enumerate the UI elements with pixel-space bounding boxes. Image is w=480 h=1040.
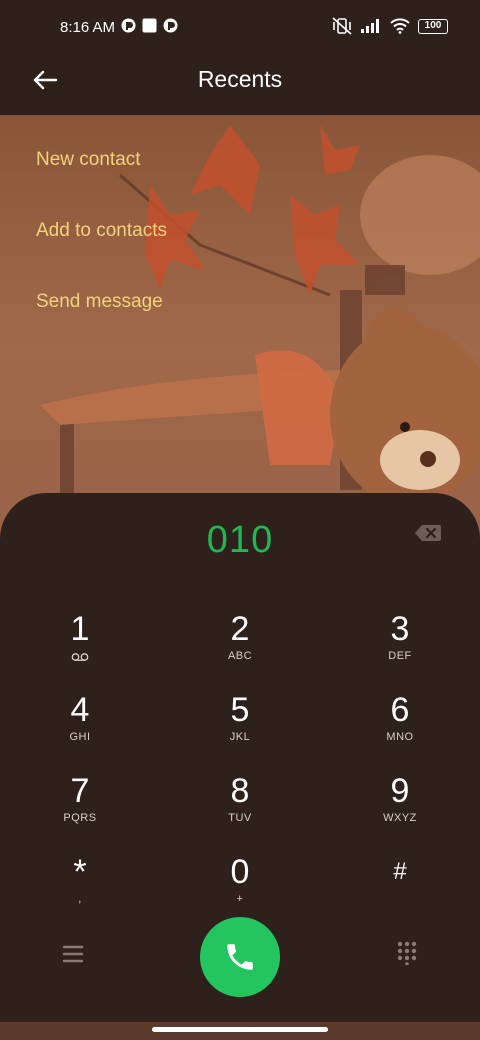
vibrate-off-icon [332,17,352,35]
battery-indicator: 100 [418,18,448,34]
dialed-number[interactable]: 010 [0,519,480,562]
dial-key-star[interactable]: * , [25,852,135,924]
dial-key-digit: 1 [70,610,90,648]
dial-key-digit: 8 [230,772,250,810]
wifi-icon [390,18,410,34]
menu-icon[interactable] [62,943,84,965]
dial-key-5[interactable]: 5 JKL [185,690,295,762]
dial-key-letters: GHI [69,731,91,743]
dial-key-3[interactable]: 3 DEF [345,609,455,681]
app-bar: 8:16 AM 100 Recents [0,0,480,115]
dial-key-letters: MNO [386,731,414,743]
dial-key-letters: , [78,893,82,905]
status-notification-icons [121,18,178,33]
dial-key-8[interactable]: 8 TUV [185,771,295,843]
dial-key-letters: ABC [227,650,253,662]
dial-key-letters: DEF [388,650,412,662]
dial-key-letters: PQRS [63,812,97,824]
dial-key-0[interactable]: 0 + [185,852,295,924]
dial-key-2[interactable]: 2 ABC [185,609,295,681]
page-title: Recents [197,66,283,92]
dial-key-letters: TUV [228,812,252,824]
dial-key-digit: 9 [390,772,410,810]
dial-key-digit: 0 [230,853,250,891]
dial-key-digit: * [73,853,87,891]
dial-key-4[interactable]: 4 GHI [25,690,135,762]
dial-key-9[interactable]: 9 WXYZ [345,771,455,843]
notification-icon [163,18,178,33]
dial-key-letters: WXYZ [383,812,417,824]
home-indicator[interactable] [152,1027,328,1032]
dial-key-hash[interactable]: # [345,852,455,924]
status-bar: 8:16 AM 100 [0,0,480,56]
notification-icon [121,18,136,33]
dial-key-digit: 4 [70,691,90,729]
dialpad-icon[interactable] [396,941,418,965]
new-contact-option[interactable]: New contact [36,149,141,171]
dial-key-digit: 7 [70,772,90,810]
dial-key-digit: 6 [390,691,410,729]
dial-key-digit: 3 [390,610,410,648]
signal-icon [361,19,379,33]
dial-key-letters: + [236,893,244,905]
dial-key-1[interactable]: 1 [25,609,135,681]
dial-key-digit: 2 [230,610,250,648]
dial-key-letters: JKL [229,731,251,743]
backspace-icon[interactable] [414,523,442,543]
status-time: 8:16 AM [60,19,116,36]
dial-pad-sheet: 010 1 2 ABC 3 DEF 4 GHI 5 JKL 6 MNO 7 PQ… [0,493,480,1022]
add-to-contacts-option[interactable]: Add to contacts [36,220,167,242]
status-system-icons: 100 [332,17,448,35]
voicemail-icon [71,653,89,661]
dial-key-digit: 5 [230,691,250,729]
dial-key-6[interactable]: 6 MNO [345,690,455,762]
dial-key-digit: # [393,858,407,885]
send-message-option[interactable]: Send message [36,291,163,313]
phone-icon [227,944,253,970]
square-icon [142,18,157,33]
dial-key-7[interactable]: 7 PQRS [25,771,135,843]
call-button[interactable] [200,917,280,997]
